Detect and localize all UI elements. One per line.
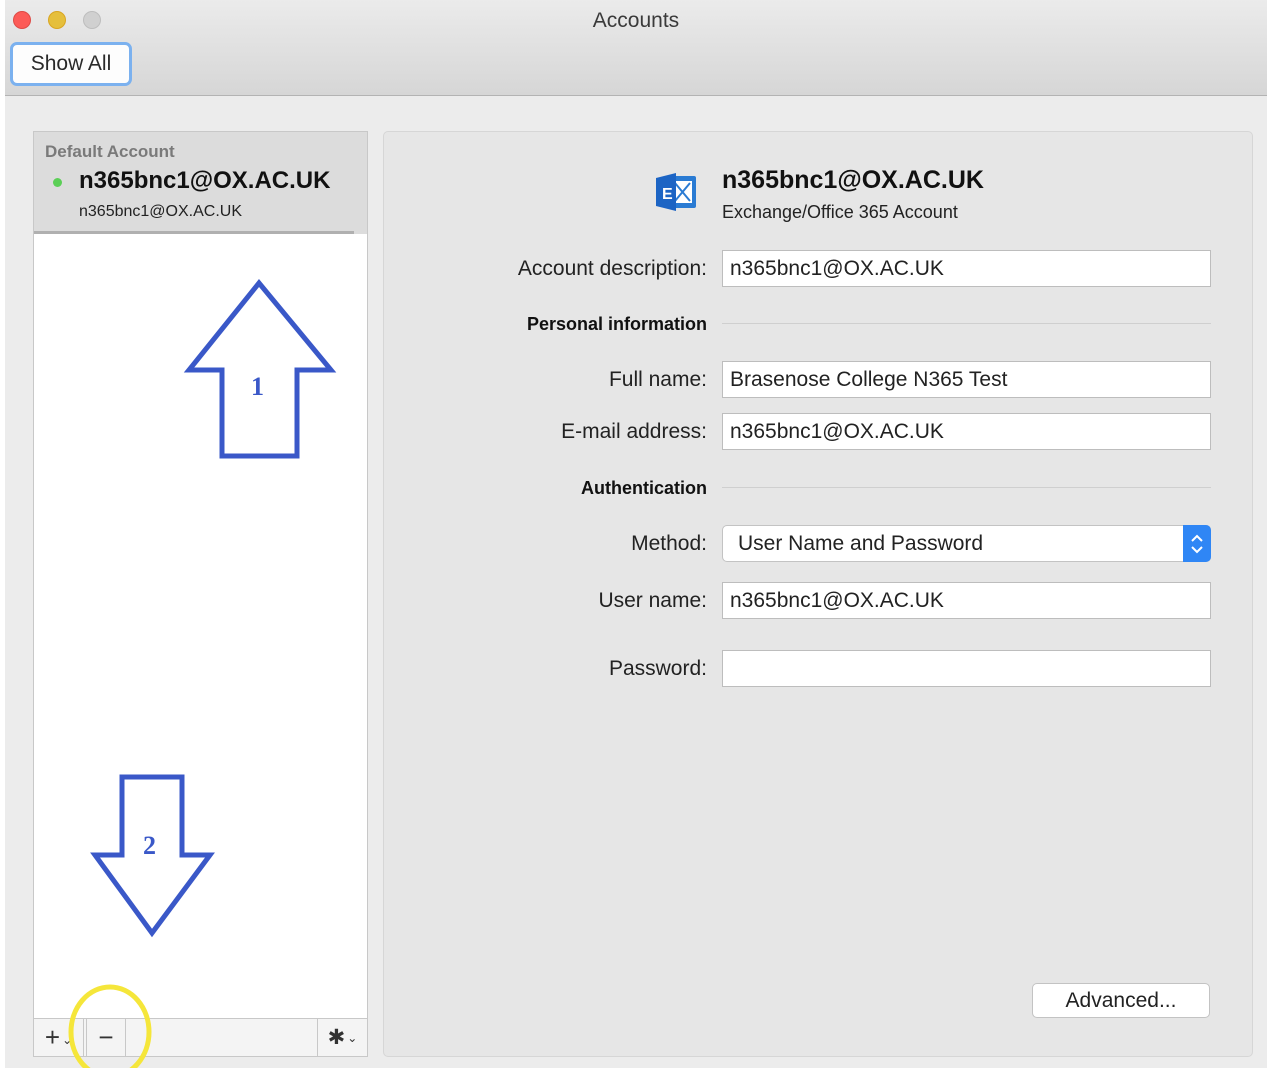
password-field[interactable] [722, 650, 1211, 687]
default-account-label: Default Account [45, 142, 175, 161]
account-list: Default Account n365bnc1@OX.AC.UK n365bn… [33, 131, 368, 1057]
account-type: Exchange/Office 365 Account [722, 202, 958, 222]
show-all-button[interactable]: Show All [10, 42, 132, 86]
accounts-window: Accounts Show All Default Account n365bn… [5, 0, 1267, 1068]
section-divider [722, 487, 1211, 488]
method-select[interactable]: User Name and Password [722, 525, 1211, 562]
full-name-label: Full name: [608, 368, 707, 391]
minus-icon: − [98, 1022, 114, 1052]
account-list-email: n365bnc1@OX.AC.UK [79, 203, 242, 220]
exchange-icon: E [656, 173, 696, 211]
method-label: Method: [631, 532, 707, 555]
window-title: Accounts [592, 9, 680, 32]
email-address-field[interactable]: n365bnc1@OX.AC.UK [722, 413, 1211, 450]
svg-text:E: E [662, 186, 673, 203]
account-list-name: n365bnc1@OX.AC.UK [79, 167, 331, 194]
account-description-field[interactable]: n365bnc1@OX.AC.UK [722, 250, 1211, 287]
account-title: n365bnc1@OX.AC.UK [722, 166, 984, 194]
remove-account-button[interactable]: − [86, 1019, 126, 1056]
username-field[interactable]: n365bnc1@OX.AC.UK [722, 582, 1211, 619]
plus-icon: + [44, 1022, 61, 1052]
account-list-item[interactable]: Default Account n365bnc1@OX.AC.UK n365bn… [34, 132, 367, 234]
password-label: Password: [608, 657, 707, 680]
authentication-heading: Authentication [581, 478, 707, 498]
arrow-2-label: 2 [143, 831, 156, 860]
chevron-down-icon: ⌄ [62, 1032, 73, 1047]
arrow-1-label: 1 [251, 372, 264, 401]
account-details-panel: E n365bnc1@OX.AC.UK Exchange/Office 365 … [383, 131, 1253, 1057]
selection-underline [34, 231, 354, 234]
personal-information-heading: Personal information [526, 314, 707, 334]
username-label: User name: [598, 589, 707, 612]
chevron-down-icon: ⌄ [347, 1030, 358, 1045]
section-divider [722, 323, 1211, 324]
add-account-button[interactable]: + ⌄ [34, 1019, 84, 1056]
account-actions-button[interactable]: ✱ ⌄ [317, 1019, 367, 1056]
stepper-arrows-icon [1183, 525, 1211, 562]
title-bar: Accounts Show All [5, 0, 1267, 96]
gear-icon: ✱ [327, 1026, 346, 1049]
advanced-button[interactable]: Advanced... [1032, 983, 1210, 1018]
method-selected-value: User Name and Password [738, 531, 984, 555]
account-description-label: Account description: [517, 257, 707, 280]
account-list-toolbar: + ⌄ − ✱ ⌄ [34, 1018, 367, 1056]
full-name-field[interactable]: Brasenose College N365 Test [722, 361, 1211, 398]
status-dot [53, 178, 62, 187]
email-address-label: E-mail address: [561, 420, 707, 443]
